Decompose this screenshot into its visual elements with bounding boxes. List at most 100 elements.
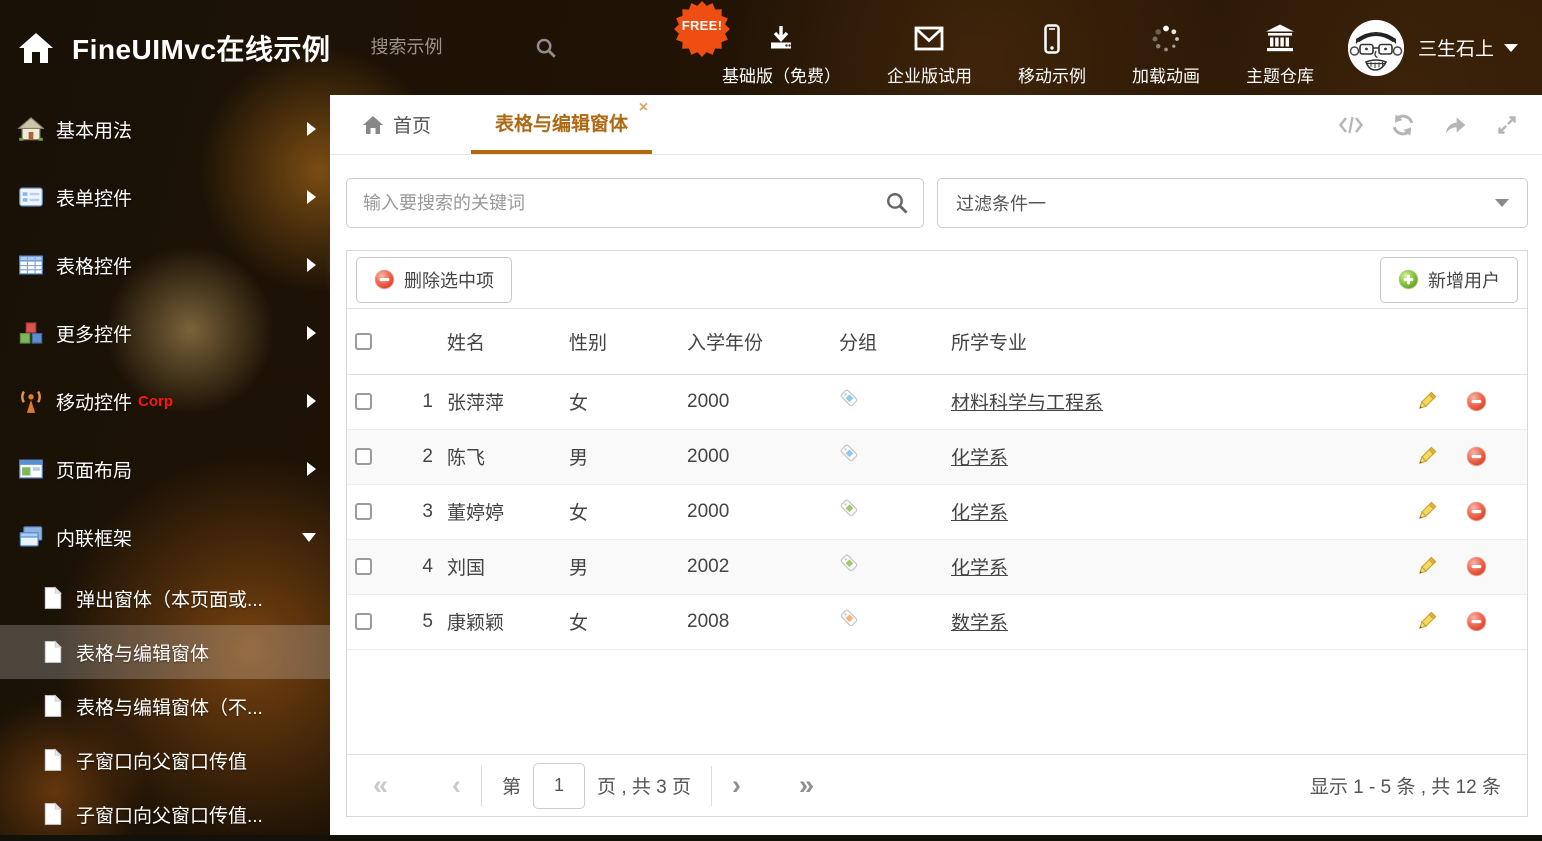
cell-year: 2002: [679, 539, 831, 594]
submenu-item-label: 表格与编辑窗体: [76, 639, 209, 666]
sidebar-item-basic-usage[interactable]: 基本用法: [0, 95, 330, 163]
keyword-search-box: [346, 178, 924, 228]
source-code-button[interactable]: [1338, 113, 1364, 137]
major-link[interactable]: 化学系: [951, 503, 1008, 524]
delete-icon[interactable]: [1466, 391, 1487, 412]
sidebar-item-page-layout[interactable]: 页面布局: [0, 435, 330, 503]
first-page-button[interactable]: «: [373, 772, 388, 799]
grid-toolbar: 删除选中项 新增用户: [347, 251, 1527, 309]
page-number-input[interactable]: [533, 763, 585, 809]
nav-item-label: 主题仓库: [1246, 62, 1314, 87]
row-checkbox[interactable]: [355, 503, 372, 520]
submenu-item-label: 弹出窗体（本页面或...: [76, 585, 263, 612]
cell-major: 化学系: [943, 539, 1389, 594]
select-all-checkbox[interactable]: [355, 333, 372, 350]
edit-icon[interactable]: [1416, 611, 1437, 632]
row-number: 4: [395, 539, 439, 594]
delete-selected-button[interactable]: 删除选中项: [356, 257, 512, 303]
row-checkbox[interactable]: [355, 613, 372, 630]
nav-item-mobile-demo[interactable]: 移动示例: [1018, 9, 1086, 87]
cell-gender: 女: [561, 484, 679, 539]
tab-grid-edit-window[interactable]: 表格与编辑窗体 ×: [471, 95, 652, 154]
home-logo-icon[interactable]: [18, 31, 54, 65]
sidebar-item-label: 页面布局: [56, 456, 132, 483]
submenu-item-grid-edit-window[interactable]: 表格与编辑窗体: [0, 625, 330, 679]
home-icon: [18, 116, 44, 142]
file-icon: [42, 802, 64, 826]
edit-icon[interactable]: [1416, 446, 1437, 467]
cell-name: 康颖颖: [439, 594, 561, 649]
nav-item-theme-repo[interactable]: 主题仓库: [1246, 9, 1314, 87]
delete-icon[interactable]: [1466, 611, 1487, 632]
submenu-item-popup-window[interactable]: 弹出窗体（本页面或...: [0, 571, 330, 625]
delete-icon[interactable]: [1466, 556, 1487, 577]
file-icon: [42, 586, 64, 610]
keyword-search-input[interactable]: [363, 193, 885, 214]
sidebar-item-inline-frames[interactable]: 内联框架: [0, 503, 330, 571]
next-page-button[interactable]: ›: [732, 772, 741, 799]
row-checkbox[interactable]: [355, 393, 372, 410]
file-icon: [42, 694, 64, 718]
tab-label: 首页: [393, 111, 431, 138]
page-prefix: 第: [502, 772, 521, 799]
submenu-item-grid-edit-window-2[interactable]: 表格与编辑窗体（不...: [0, 679, 330, 733]
chevron-right-icon: [307, 258, 316, 272]
column-header-actions: [1389, 309, 1527, 374]
refresh-button[interactable]: [1390, 113, 1416, 137]
tag-icon: [839, 553, 860, 574]
sidebar-item-more-controls[interactable]: 更多控件: [0, 299, 330, 367]
row-number: 5: [395, 594, 439, 649]
spinner-icon: [1149, 23, 1183, 55]
major-link[interactable]: 化学系: [951, 558, 1008, 579]
main-panel: 首页 表格与编辑窗体 ×: [330, 95, 1542, 835]
free-badge: FREE!: [674, 1, 730, 57]
major-link[interactable]: 数学系: [951, 613, 1008, 634]
sidebar-item-form-controls[interactable]: 表单控件: [0, 163, 330, 231]
submenu-item-child-to-parent[interactable]: 子窗口向父窗口传值: [0, 733, 330, 787]
last-page-button[interactable]: »: [799, 772, 814, 799]
record-summary: 显示 1 - 5 条 , 共 12 条: [1310, 772, 1501, 799]
nav-item-label: 加载动画: [1132, 62, 1200, 87]
row-number: 3: [395, 484, 439, 539]
major-link[interactable]: 化学系: [951, 448, 1008, 469]
filter-dropdown[interactable]: 过滤条件一: [937, 178, 1528, 228]
search-icon[interactable]: [885, 191, 909, 215]
table-row: 5 康颖颖 女 2008: [347, 594, 1527, 649]
edit-icon[interactable]: [1416, 556, 1437, 577]
row-checkbox[interactable]: [355, 558, 372, 575]
tab-home[interactable]: 首页: [360, 95, 433, 154]
sidebar-item-grid-controls[interactable]: 表格控件: [0, 231, 330, 299]
nav-item-basic-edition[interactable]: FREE! 基础版（免费）: [722, 9, 841, 87]
cell-actions: [1389, 484, 1527, 539]
add-user-button[interactable]: 新增用户: [1380, 257, 1518, 303]
user-menu[interactable]: 三生石上: [1348, 20, 1518, 76]
nav-item-loading-animation[interactable]: 加载动画: [1132, 9, 1200, 87]
tag-icon: [839, 498, 860, 519]
chevron-right-icon: [307, 462, 316, 476]
prev-page-button[interactable]: ‹: [452, 772, 461, 799]
edit-icon[interactable]: [1416, 501, 1437, 522]
share-button[interactable]: [1442, 113, 1468, 137]
sidebar-item-label: 更多控件: [56, 320, 132, 347]
submenu-item-child-to-parent-2[interactable]: 子窗口向父窗口传值...: [0, 787, 330, 841]
cell-major: 数学系: [943, 594, 1389, 649]
app-title: FineUIMvc在线示例: [72, 28, 331, 68]
header-search-input[interactable]: [371, 37, 521, 58]
search-icon[interactable]: [535, 37, 557, 59]
form-icon: [18, 184, 44, 210]
delete-icon[interactable]: [1466, 446, 1487, 467]
pager-divider: [481, 766, 482, 806]
delete-icon[interactable]: [1466, 501, 1487, 522]
column-header-num: [395, 309, 439, 374]
nav-item-enterprise-trial[interactable]: 企业版试用: [887, 9, 972, 87]
row-checkbox[interactable]: [355, 448, 372, 465]
major-link[interactable]: 材料科学与工程系: [951, 393, 1103, 414]
sidebar-item-label: 内联框架: [56, 524, 132, 551]
cell-year: 2000: [679, 484, 831, 539]
fullscreen-button[interactable]: [1494, 113, 1520, 137]
cell-name: 陈飞: [439, 429, 561, 484]
refresh-icon: [1391, 113, 1415, 137]
edit-icon[interactable]: [1416, 391, 1437, 412]
close-icon[interactable]: ×: [639, 100, 648, 116]
sidebar-item-mobile-controls[interactable]: 移动控件 Corp: [0, 367, 330, 435]
